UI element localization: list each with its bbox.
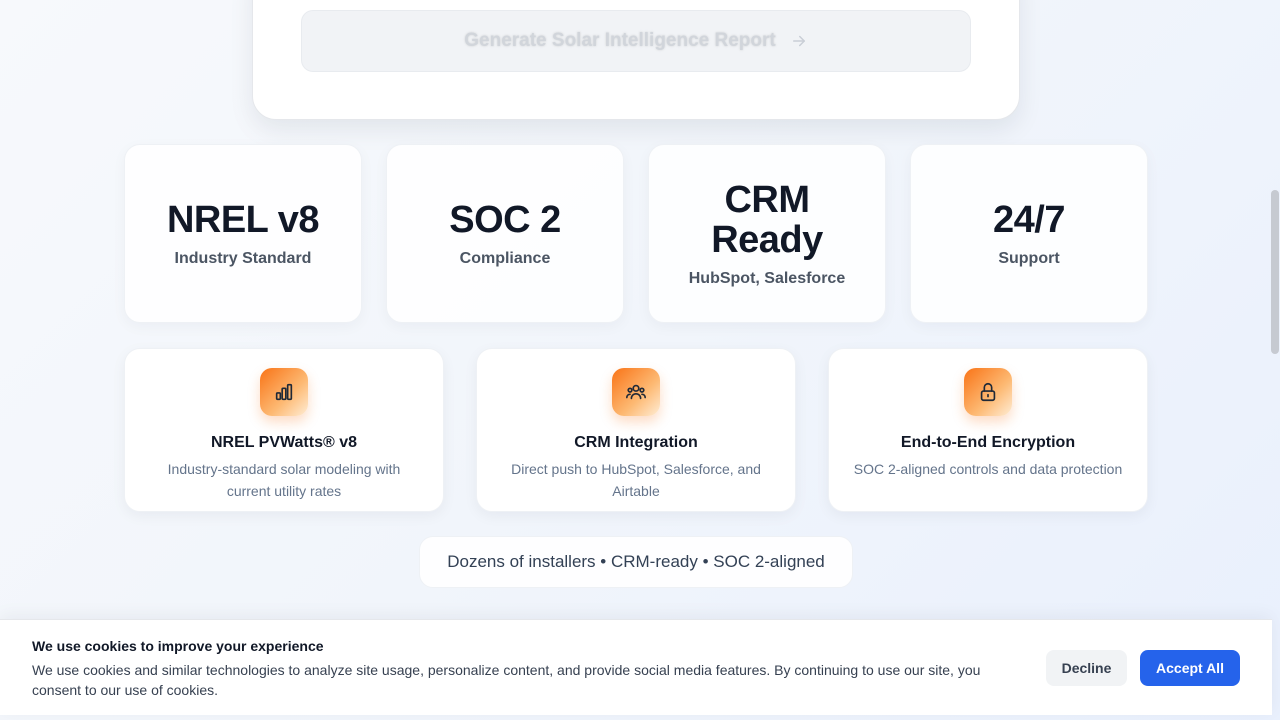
- stat-label: Support: [998, 249, 1060, 267]
- bar-chart-icon: [260, 368, 308, 416]
- stat-label: Compliance: [459, 249, 551, 267]
- feature-title: NREL PVWatts® v8: [210, 434, 358, 451]
- feature-description: SOC 2-aligned controls and data protecti…: [853, 461, 1123, 477]
- generate-report-label: Generate Solar Intelligence Report: [464, 30, 776, 51]
- trust-badge: Dozens of installers • CRM-ready • SOC 2…: [419, 536, 853, 588]
- report-form-card: Generate Solar Intelligence Report: [252, 0, 1020, 120]
- accept-all-button[interactable]: Accept All: [1140, 650, 1240, 686]
- stat-card-support: 24/7 Support: [910, 144, 1148, 323]
- feature-title: End-to-End Encryption: [900, 434, 1076, 451]
- generate-report-button[interactable]: Generate Solar Intelligence Report: [301, 10, 971, 72]
- stat-label: Industry Standard: [174, 249, 312, 267]
- stat-card-crm: CRM Ready HubSpot, Salesforce: [648, 144, 886, 323]
- trust-text: Dozens of installers • CRM-ready • SOC 2…: [447, 552, 825, 571]
- stat-value: CRM Ready: [711, 178, 823, 261]
- lock-icon: [964, 368, 1012, 416]
- stat-value: SOC 2: [449, 198, 561, 241]
- decline-button[interactable]: Decline: [1046, 650, 1127, 686]
- feature-description: Direct push to HubSpot, Salesforce, and …: [511, 461, 761, 499]
- feature-title: CRM Integration: [574, 434, 698, 451]
- stat-card-soc2: SOC 2 Compliance: [386, 144, 624, 323]
- users-icon: [612, 368, 660, 416]
- stat-card-nrel: NREL v8 Industry Standard: [124, 144, 362, 323]
- feature-description: Industry-standard solar modeling with cu…: [167, 461, 401, 499]
- cookie-text: We use cookies and similar technologies …: [32, 662, 981, 698]
- feature-card-encryption: End-to-End Encryption SOC 2-aligned cont…: [828, 348, 1148, 512]
- stat-value: 24/7: [993, 198, 1065, 241]
- page-scrollbar[interactable]: [1270, 0, 1280, 720]
- scrollbar-thumb[interactable]: [1271, 190, 1279, 354]
- cookie-title: We use cookies to improve your experienc…: [32, 638, 324, 654]
- feature-card-crm: CRM Integration Direct push to HubSpot, …: [476, 348, 796, 512]
- arrow-right-icon: [790, 32, 808, 50]
- stat-label: HubSpot, Salesforce: [688, 269, 846, 287]
- cookie-banner: We use cookies to improve your experienc…: [0, 619, 1272, 715]
- feature-card-nrel: NREL PVWatts® v8 Industry-standard solar…: [124, 348, 444, 512]
- stat-value: NREL v8: [166, 198, 320, 241]
